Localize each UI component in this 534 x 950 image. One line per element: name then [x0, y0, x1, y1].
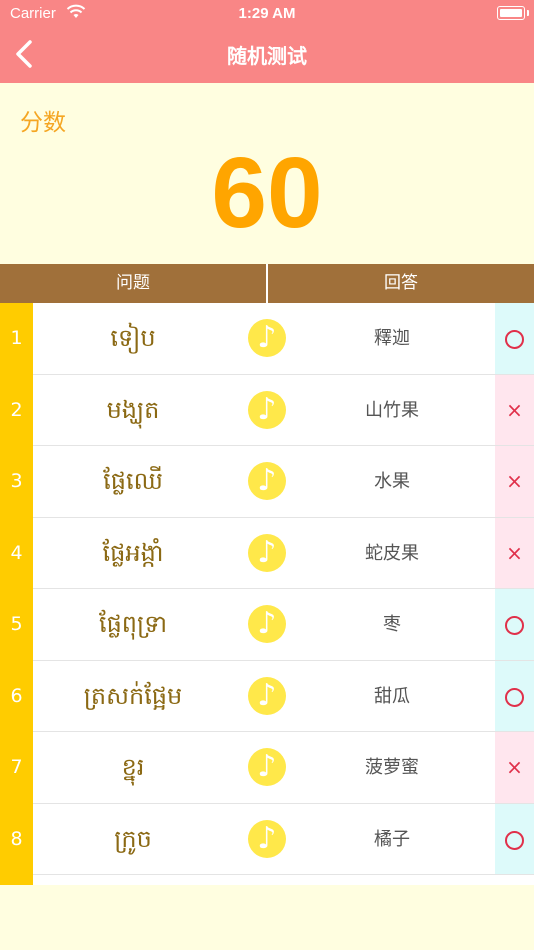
correct-icon	[505, 687, 524, 707]
question-word: ផ្លែអង្កាំ	[102, 538, 164, 567]
row-separator	[33, 874, 534, 875]
audio-play-button[interactable]: ♪	[248, 533, 286, 572]
audio-play-button[interactable]: ♪	[248, 819, 286, 858]
table-header: 问题 回答	[0, 264, 534, 303]
row-number: 7	[10, 756, 23, 778]
answer-text: 山竹果	[365, 399, 419, 421]
music-note-icon: ♪	[257, 749, 277, 784]
music-note-icon: ♪	[257, 391, 277, 427]
table-row: 4 ផ្លែអង្កាំ ♪ 蛇皮果 ×	[0, 517, 534, 589]
header-question: 问题	[116, 273, 150, 293]
result-mark: ×	[495, 446, 534, 517]
table-row: 7 ខ្នុរ ♪ 菠萝蜜 ×	[0, 732, 534, 804]
correct-icon	[505, 830, 524, 850]
table-row: 5 ផ្លែពុទ្រា ♪ 枣	[0, 589, 534, 661]
result-mark	[495, 303, 534, 374]
audio-play-button[interactable]: ♪	[248, 462, 286, 500]
question-word: ផ្លែឈើ	[103, 467, 163, 495]
wrong-icon: ×	[506, 469, 523, 493]
question-word: ត្រសក់ផ្អែម	[83, 681, 183, 710]
music-note-icon: ♪	[257, 320, 277, 355]
results-list: 1 ទៀប ♪ 釋迦 2 មង្ឃុត ♪ 山竹果 × 3 ផ្លែឈើ ♪ 水…	[0, 303, 534, 885]
result-mark	[495, 589, 534, 660]
correct-icon	[505, 330, 524, 349]
question-word: មង្ឃុត	[106, 395, 160, 424]
wrong-icon: ×	[506, 397, 523, 422]
answer-text: 甜瓜	[374, 685, 410, 707]
row-number: 6	[10, 684, 23, 707]
navigation-bar: Carrier 1:29 AM 随机测试	[0, 0, 534, 83]
row-number: 3	[10, 470, 23, 492]
header-answer: 回答	[384, 273, 418, 293]
row-number: 1	[10, 327, 23, 349]
wrong-icon: ×	[506, 540, 523, 565]
result-mark	[495, 660, 534, 732]
status-bar: Carrier 1:29 AM	[0, 0, 534, 28]
correct-icon	[505, 616, 524, 635]
audio-play-button[interactable]: ♪	[248, 748, 286, 786]
status-time: 1:29 AM	[238, 5, 296, 22]
row-number: 2	[10, 398, 23, 421]
answer-text: 釋迦	[374, 328, 410, 349]
music-note-icon: ♪	[257, 463, 277, 498]
row-number: 5	[10, 613, 23, 635]
row-number: 8	[10, 827, 23, 850]
score-value: 60	[211, 137, 323, 249]
music-note-icon: ♪	[257, 820, 277, 856]
music-note-icon: ♪	[257, 677, 277, 713]
answer-text: 菠萝蜜	[365, 757, 419, 778]
audio-play-button[interactable]: ♪	[248, 390, 286, 429]
music-note-icon: ♪	[257, 606, 277, 641]
question-word: ទៀប	[110, 324, 156, 352]
result-mark: ×	[495, 517, 534, 589]
page-title: 随机测试	[227, 44, 307, 68]
question-word: ខ្នុរ	[121, 753, 145, 781]
music-note-icon: ♪	[257, 534, 277, 570]
table-row: 3 ផ្លែឈើ ♪ 水果 ×	[0, 446, 534, 518]
table-row: 1 ទៀប ♪ 釋迦	[0, 303, 534, 375]
question-word: ផ្លែពុទ្រា	[98, 610, 168, 638]
answer-text: 水果	[374, 471, 410, 492]
result-mark	[495, 803, 534, 875]
answer-text: 蛇皮果	[365, 542, 419, 564]
question-word: ក្រូច	[114, 824, 152, 853]
audio-play-button[interactable]: ♪	[248, 605, 286, 643]
row-number: 4	[10, 541, 23, 564]
result-mark: ×	[495, 374, 534, 446]
score-label: 分数	[20, 110, 66, 136]
answer-text: 橘子	[374, 828, 410, 850]
audio-play-button[interactable]: ♪	[248, 319, 286, 357]
result-mark: ×	[495, 732, 534, 803]
table-row: 6 ត្រសក់ផ្អែម ♪ 甜瓜	[0, 660, 534, 732]
wrong-icon: ×	[506, 755, 523, 779]
table-row: 8 ក្រូច ♪ 橘子	[0, 803, 534, 875]
audio-play-button[interactable]: ♪	[248, 676, 286, 715]
table-row: 2 មង្ឃុត ♪ 山竹果 ×	[0, 374, 534, 446]
battery-icon	[497, 6, 529, 20]
answer-text: 枣	[383, 614, 401, 635]
